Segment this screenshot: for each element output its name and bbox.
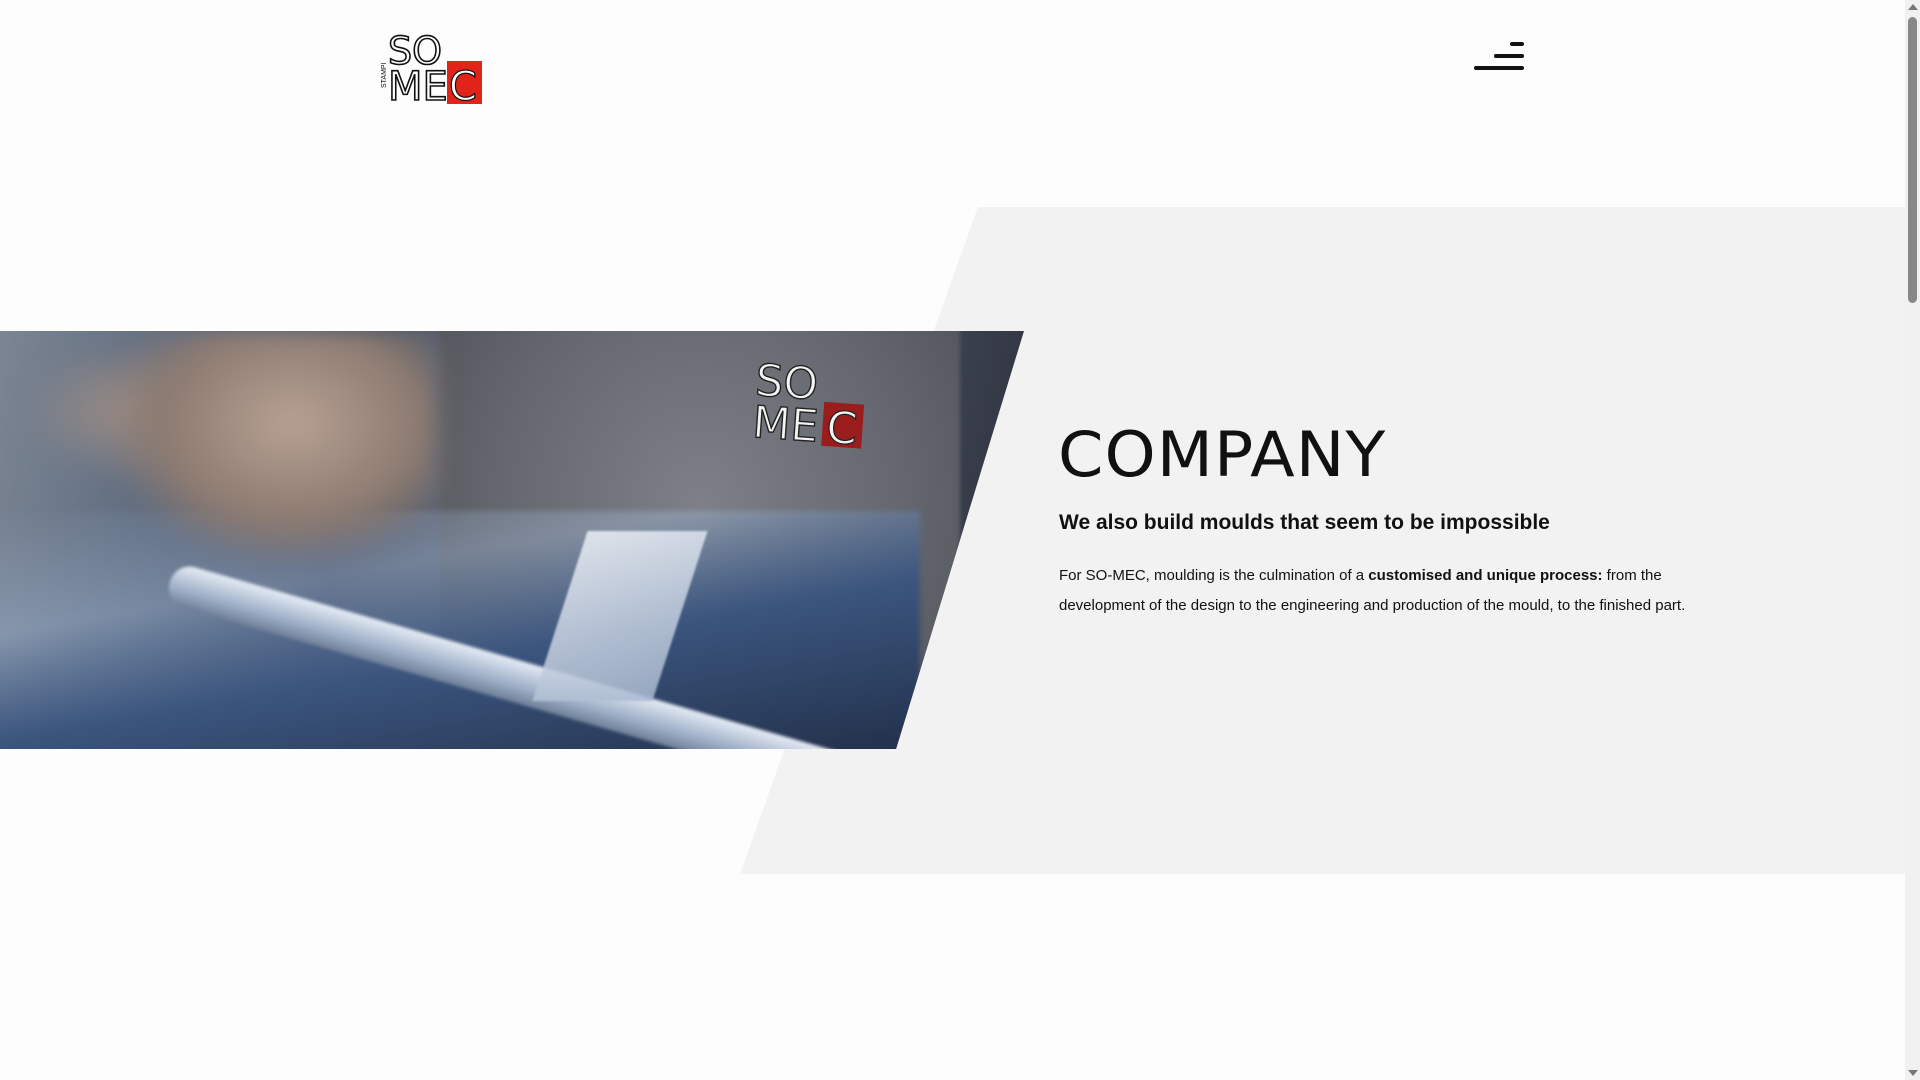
menu-line xyxy=(1510,42,1524,46)
menu-line xyxy=(1494,54,1524,58)
shirt-logo-badge: SO ME C xyxy=(750,357,865,453)
hero-photo-worker: SO ME C xyxy=(0,331,1024,749)
company-description-bold: customised and unique process: xyxy=(1368,567,1603,584)
vertical-scrollbar[interactable] xyxy=(1905,0,1920,1080)
company-description-intro: For SO-MEC, moulding is the culmination … xyxy=(1059,567,1369,584)
menu-line xyxy=(1474,66,1524,70)
page: STAMPI SO ME C SO ME C COMPANY We also b… xyxy=(0,0,1905,1080)
scroll-down-arrow-icon[interactable] xyxy=(1908,1070,1918,1076)
company-description: For SO-MEC, moulding is the culmination … xyxy=(1059,561,1699,621)
scrollbar-thumb[interactable] xyxy=(1908,17,1917,303)
photo-hand xyxy=(110,331,440,561)
logo-text-bottom-left: ME xyxy=(388,64,448,108)
company-subtitle: We also build moulds that seem to be imp… xyxy=(1059,511,1550,534)
scroll-up-arrow-icon[interactable] xyxy=(1908,4,1918,10)
logo-text-bottom-right: C xyxy=(449,64,477,108)
company-title: COMPANY xyxy=(1058,418,1387,491)
hamburger-menu-icon[interactable] xyxy=(1468,38,1524,72)
badge-text-bottom-right: C xyxy=(825,402,859,453)
badge-text-bottom-left: ME xyxy=(751,397,820,452)
somec-logo[interactable]: STAMPI SO ME C xyxy=(380,28,486,108)
logo-side-text: STAMPI xyxy=(381,62,388,88)
